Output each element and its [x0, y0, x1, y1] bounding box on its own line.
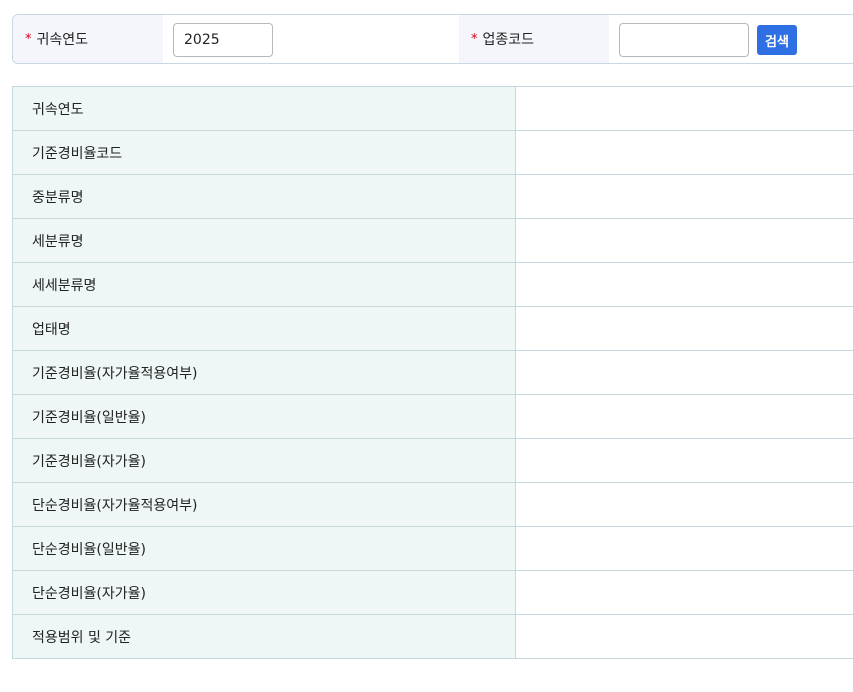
year-label: * 귀속연도 — [13, 15, 163, 63]
row-value — [515, 438, 853, 483]
table-row: 기준경비율(일반율) — [12, 394, 853, 439]
row-label: 세세분류명 — [12, 262, 516, 307]
row-value — [515, 262, 853, 307]
row-label: 세분류명 — [12, 218, 516, 263]
row-label: 귀속연도 — [12, 86, 516, 131]
row-value — [515, 482, 853, 527]
year-label-text: 귀속연도 — [36, 32, 89, 48]
row-value — [515, 218, 853, 263]
table-row: 귀속연도 — [12, 86, 853, 131]
row-value — [515, 86, 853, 131]
table-row: 세분류명 — [12, 218, 853, 263]
row-label: 단순경비율(일반율) — [12, 526, 516, 571]
row-label: 단순경비율(자가율) — [12, 570, 516, 615]
industry-code-label-text: 업종코드 — [482, 32, 535, 48]
row-value — [515, 306, 853, 351]
table-row: 단순경비율(자가율적용여부) — [12, 482, 853, 527]
row-value — [515, 614, 853, 659]
table-row: 중분류명 — [12, 174, 853, 219]
row-label: 단순경비율(자가율적용여부) — [12, 482, 516, 527]
row-value — [515, 174, 853, 219]
table-row: 기준경비율코드 — [12, 130, 853, 175]
required-mark: * — [471, 31, 478, 47]
row-label: 기준경비율(자가율) — [12, 438, 516, 483]
table-row: 단순경비율(자가율) — [12, 570, 853, 615]
detail-table: 귀속연도 기준경비율코드 중분류명 세분류명 세세분류명 업태명 기준경비율(자… — [12, 86, 853, 659]
search-panel: * 귀속연도 * 업종코드 검색 — [12, 14, 853, 64]
table-row: 기준경비율(자가율적용여부) — [12, 350, 853, 395]
table-row: 업태명 — [12, 306, 853, 351]
row-value — [515, 526, 853, 571]
table-row: 단순경비율(일반율) — [12, 526, 853, 571]
row-value — [515, 570, 853, 615]
row-label: 중분류명 — [12, 174, 516, 219]
row-value — [515, 130, 853, 175]
table-row: 세세분류명 — [12, 262, 853, 307]
year-input[interactable] — [173, 23, 273, 57]
row-value — [515, 394, 853, 439]
search-button[interactable]: 검색 — [757, 25, 797, 55]
required-mark: * — [25, 31, 32, 47]
table-row: 기준경비율(자가율) — [12, 438, 853, 483]
row-label: 기준경비율(자가율적용여부) — [12, 350, 516, 395]
table-row: 적용범위 및 기준 — [12, 614, 853, 659]
industry-code-label: * 업종코드 — [459, 15, 609, 63]
row-label: 업태명 — [12, 306, 516, 351]
row-value — [515, 350, 853, 395]
row-label: 기준경비율(일반율) — [12, 394, 516, 439]
industry-code-input[interactable] — [619, 23, 749, 57]
row-label: 기준경비율코드 — [12, 130, 516, 175]
row-label: 적용범위 및 기준 — [12, 614, 516, 659]
